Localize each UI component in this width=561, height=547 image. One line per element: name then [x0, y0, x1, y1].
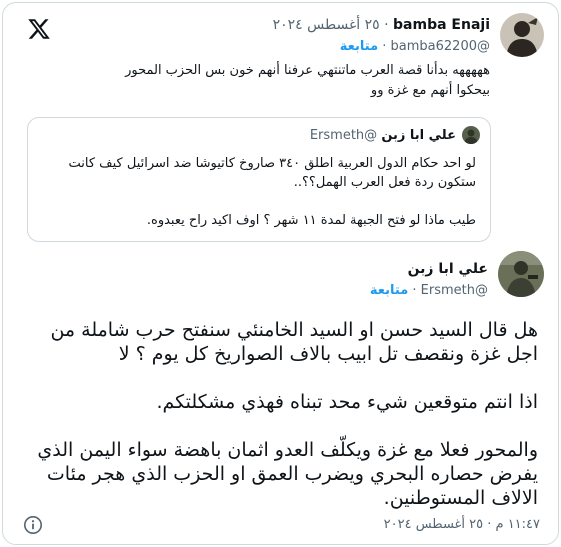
tweet-footer: ١١:٤٧ م · ٢٥ أغسطس ٢٠٢٤	[3, 515, 558, 537]
main-handle-row: @Ersmeth · متابعة	[369, 283, 488, 298]
embedded-tweet-card: bamba Enaji · ٢٥ أغسطس ٢٠٢٤ @bamba62200 …	[2, 2, 559, 545]
tweet-text: هل قال السيد حسن او السيد الخامنئي سنفتح…	[18, 318, 538, 510]
tweet-date: ٢٥ أغسطس ٢٠٢٤	[383, 517, 484, 532]
main-header: علي ابا زبن	[408, 261, 488, 277]
timestamp-separator: ·	[487, 517, 492, 532]
quoted-header: علي ابا زبن @Ersmeth	[310, 128, 456, 143]
tweet-time: ١١:٤٧ م	[495, 517, 541, 532]
reply-handle-row: @bamba62200 · متابعة	[339, 39, 490, 54]
author-name[interactable]: علي ابا زبن	[408, 261, 488, 277]
tweet-date[interactable]: ٢٥ أغسطس ٢٠٢٤	[273, 17, 380, 33]
info-icon[interactable]	[23, 515, 43, 535]
quoted-text-line: لو احد حكام الدول العربية اطلق ٣٤٠ صاروخ…	[68, 156, 476, 190]
quoted-tweet[interactable]: علي ابا زبن @Ersmeth لو احد حكام الدول ا…	[27, 117, 491, 242]
author-handle[interactable]: @Ersmeth	[421, 283, 488, 298]
quoted-author-handle: @Ersmeth	[309, 128, 378, 143]
quoted-text: لو احد حكام الدول العربية اطلق ٣٤٠ صاروخ…	[36, 154, 476, 230]
quoted-author-name: علي ابا زبن	[381, 128, 456, 143]
timestamp-link[interactable]: ١١:٤٧ م · ٢٥ أغسطس ٢٠٢٤	[384, 517, 540, 532]
quoted-text-line: طيب ماذا لو فتح الجبهة لمدة ١١ شهر ؟ اوف…	[146, 213, 476, 228]
x-logo-icon[interactable]	[27, 17, 51, 41]
tweet-paragraph: اذا انتم متوقعين شيء محد تبناه فهذي مشكل…	[156, 391, 538, 413]
avatar	[462, 126, 480, 144]
reply-header: bamba Enaji · ٢٥ أغسطس ٢٠٢٤	[272, 17, 490, 33]
tweet-paragraph: والمحور فعلا مع غزة ويكلّف العدو اثمان ب…	[37, 439, 538, 509]
tweet-paragraph: هل قال السيد حسن او السيد الخامنئي سنفتح…	[50, 319, 538, 365]
avatar[interactable]	[498, 251, 544, 297]
follow-button[interactable]: متابعة	[340, 39, 378, 54]
follow-button[interactable]: متابعة	[370, 283, 408, 298]
author-name[interactable]: bamba Enaji	[393, 17, 490, 33]
avatar[interactable]	[500, 13, 544, 57]
reply-text: هههههه بدأنا قصة العرب ماتنتهي عرفنا أنه…	[125, 63, 490, 98]
author-handle[interactable]: @bamba62200	[391, 39, 490, 54]
